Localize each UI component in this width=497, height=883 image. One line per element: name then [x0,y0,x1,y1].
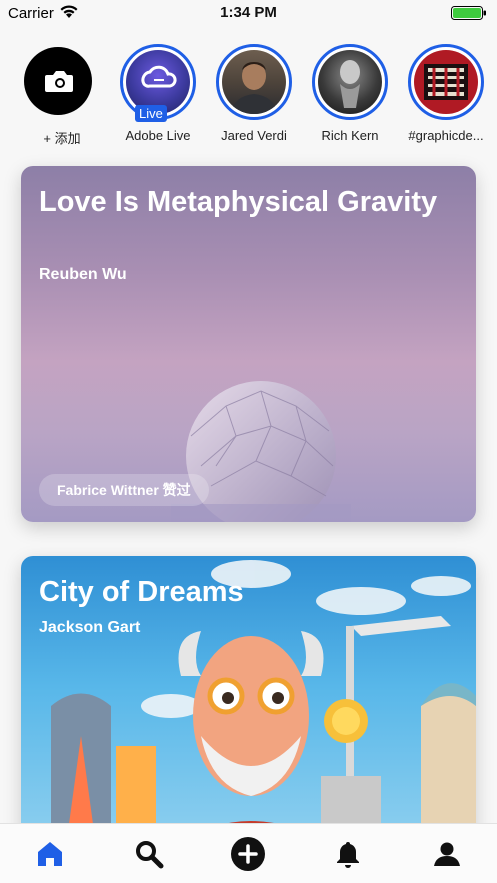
liked-by-badge[interactable]: Fabrice Wittner 赞过 [39,474,209,506]
post-title: Love Is Metaphysical Gravity [39,186,438,218]
avatar [222,50,286,114]
post-title: City of Dreams [39,576,244,608]
battery-icon [451,6,486,20]
post-card[interactable]: Love Is Metaphysical Gravity Reuben Wu F… [21,166,476,522]
search-icon[interactable] [133,838,165,870]
avatar [318,50,382,114]
post-card[interactable]: City of Dreams Jackson Gart [21,556,476,846]
post-author[interactable]: Reuben Wu [39,266,127,284]
profile-icon[interactable] [431,838,463,870]
status-bar: Carrier 1:34 PM [0,0,497,26]
story-name: + 添加 [43,131,81,146]
stories-row: + 添加 Live Adobe Live Jared Verdi Rich Ke… [0,40,497,150]
story-name: Jared Verdi [221,128,287,143]
bell-icon[interactable] [332,838,364,870]
story-name: Rich Kern [321,128,379,143]
avatar [414,50,478,114]
person-photo [230,62,278,114]
story-name: Adobe Live [125,128,191,143]
person-photo [340,60,360,108]
home-icon[interactable] [34,838,66,870]
pattern-artwork [424,64,468,100]
post-author[interactable]: Jackson Gart [39,619,140,637]
story-name: #graphicde... [408,128,484,143]
tab-bar [0,823,497,883]
add-story-button[interactable] [24,47,92,115]
clock: 1:34 PM [220,4,277,21]
live-badge: Live [135,105,167,122]
camera-icon [45,71,73,92]
add-icon[interactable] [230,836,266,872]
